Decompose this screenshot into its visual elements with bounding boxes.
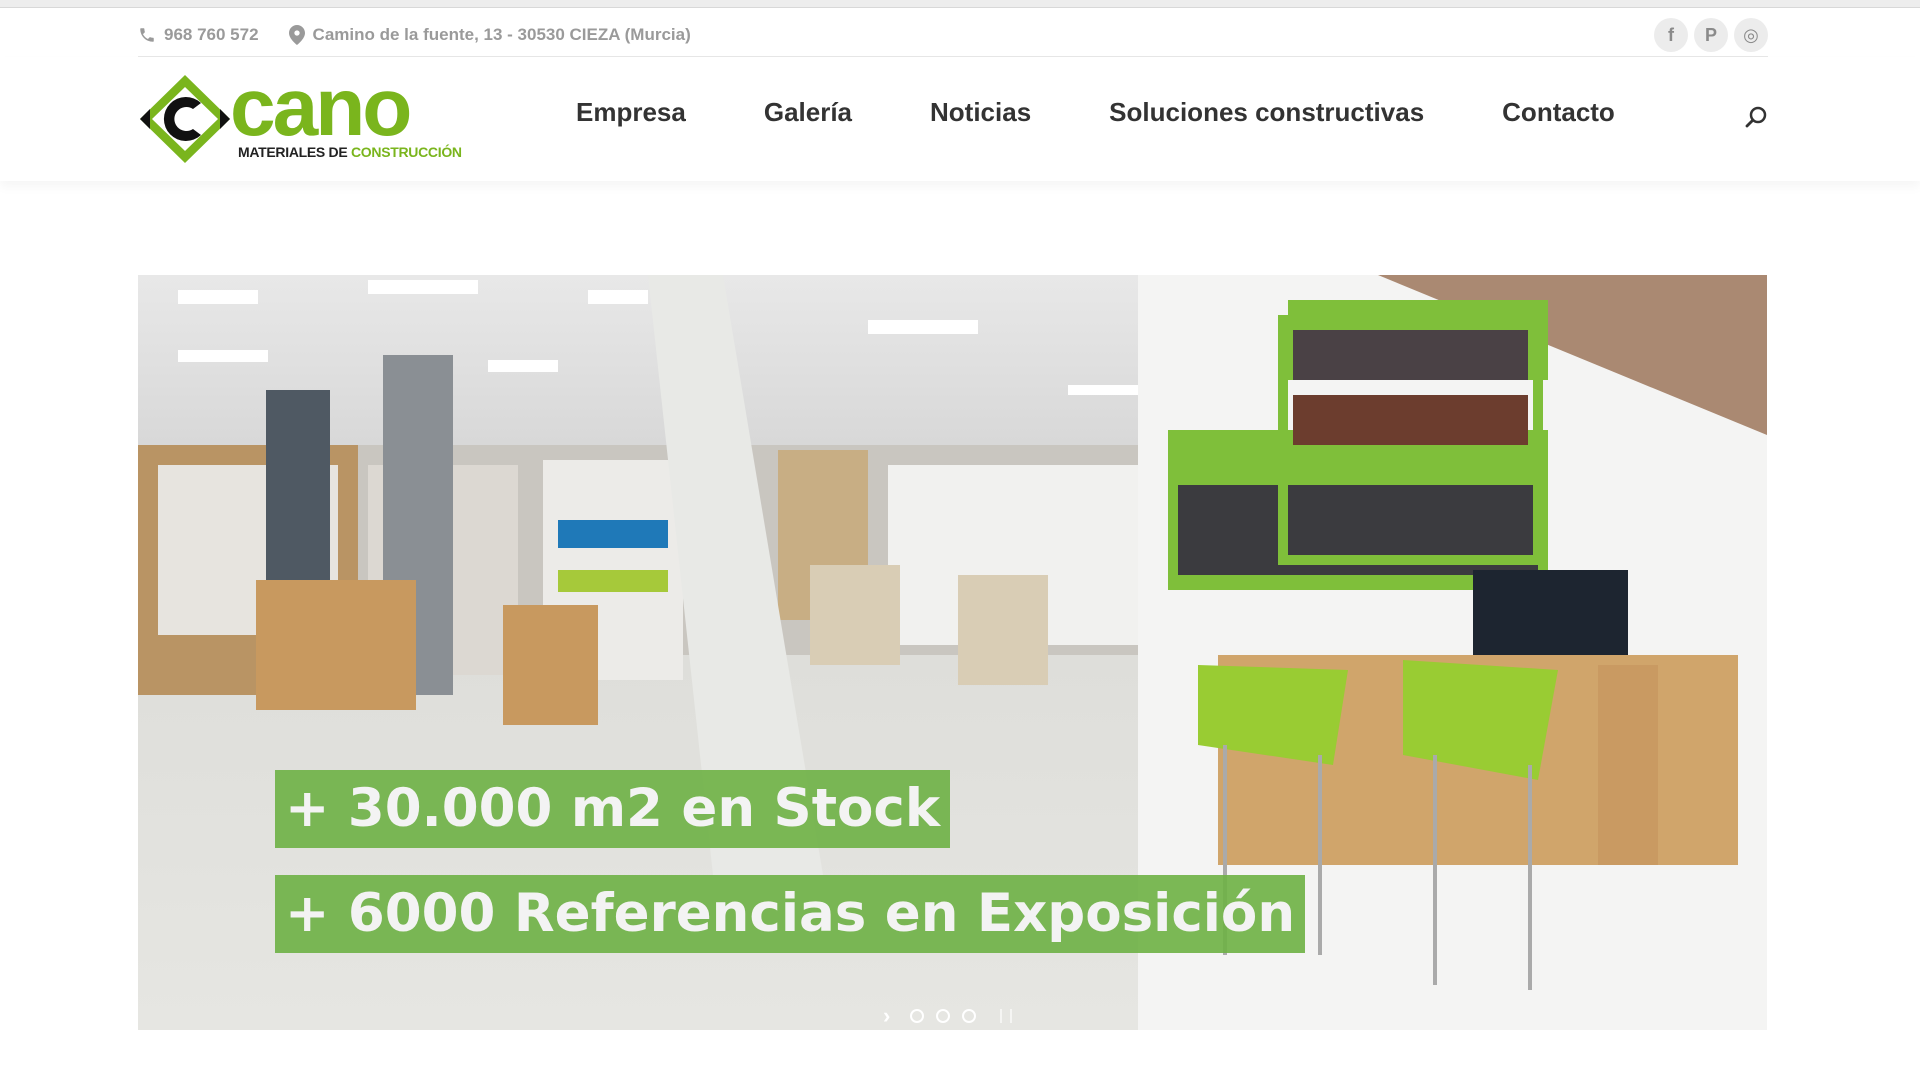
slider-controls: › (883, 1003, 1013, 1029)
address-text: Camino de la fuente, 13 - 30530 CIEZA (M… (312, 25, 691, 44)
social-links: f P ◎ (1654, 18, 1768, 52)
hero-headline-2: + 6000 Referencias en Exposición (275, 875, 1306, 953)
browser-top-border (0, 0, 1920, 8)
facebook-icon[interactable]: f (1654, 18, 1688, 52)
slider-pause-icon[interactable] (1000, 1009, 1013, 1023)
phone-contact[interactable]: 968 760 572 (138, 25, 259, 45)
pinterest-icon[interactable]: P (1694, 18, 1728, 52)
location-pin-icon (288, 25, 305, 45)
hero-headline-1: + 30.000 m2 en Stock (275, 770, 951, 848)
nav-item-noticias[interactable]: Noticias (930, 97, 1031, 128)
logo-wordmark: cano (230, 62, 412, 153)
search-icon (1745, 106, 1767, 128)
nav-item-galeria[interactable]: Galería (764, 97, 852, 128)
nav-item-contacto[interactable]: Contacto (1502, 97, 1615, 128)
slider-dot-3[interactable] (962, 1009, 977, 1023)
instagram-icon[interactable]: ◎ (1734, 18, 1768, 52)
slider-dot-2[interactable] (936, 1009, 951, 1023)
logo-tagline-part2: CONSTRUCCIÓN (351, 144, 462, 160)
phone-icon (140, 28, 154, 42)
top-info-bar: 968 760 572 Camino de la fuente, 13 - 30… (138, 14, 1768, 56)
logo-tagline-part1: MATERIALES DE (238, 144, 351, 160)
slider-next-icon[interactable]: › (883, 1003, 890, 1029)
nav-item-empresa[interactable]: Empresa (576, 97, 686, 128)
nav-item-soluciones[interactable]: Soluciones constructivas (1109, 97, 1424, 128)
hero-slider: + 30.000 m2 en Stock + 6000 Referencias … (138, 275, 1767, 1030)
search-button[interactable] (1744, 105, 1768, 134)
site-logo[interactable]: cano MATERIALES DE CONSTRUCCIÓN (138, 67, 468, 165)
slider-dot-1[interactable] (910, 1009, 925, 1023)
phone-number: 968 760 572 (164, 25, 259, 44)
address-contact[interactable]: Camino de la fuente, 13 - 30530 CIEZA (M… (288, 25, 691, 45)
logo-mark-icon (140, 75, 230, 163)
site-header: cano MATERIALES DE CONSTRUCCIÓN Empresa … (0, 57, 1920, 181)
main-nav: Empresa Galería Noticias Soluciones cons… (576, 97, 1693, 128)
logo-tagline: MATERIALES DE CONSTRUCCIÓN (238, 144, 462, 160)
